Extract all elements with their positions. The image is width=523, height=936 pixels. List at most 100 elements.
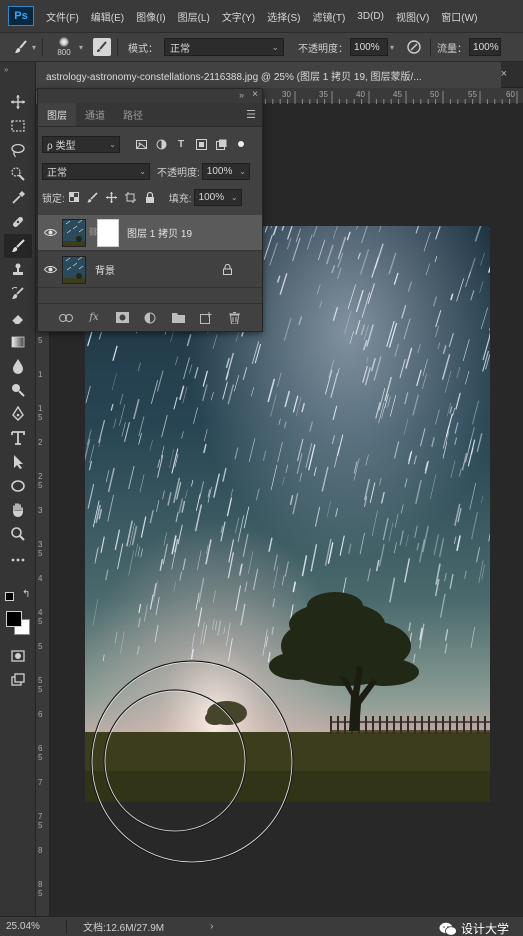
foreground-color-swatch[interactable]: [6, 611, 22, 627]
chevron-down-icon[interactable]: ▾: [79, 43, 83, 52]
brush-tool-preset-icon[interactable]: [8, 36, 34, 58]
layers-panel-footer: fx: [38, 303, 262, 331]
filter-shape-icon[interactable]: [194, 137, 208, 151]
status-menu-arrow-icon[interactable]: ›: [210, 921, 213, 932]
fx-icon[interactable]: fx: [86, 311, 102, 325]
chevron-down-icon[interactable]: ▾: [390, 43, 394, 52]
marquee-tool-icon[interactable]: [4, 114, 32, 138]
menu-layer[interactable]: 图层(L): [178, 9, 210, 24]
lock-image-pixels-icon[interactable]: [86, 190, 100, 204]
divider: [66, 919, 67, 934]
brush-tool-icon[interactable]: [4, 234, 32, 258]
new-group-icon[interactable]: [170, 311, 186, 325]
layer-filter-select[interactable]: ρ 类型 ⌄: [42, 135, 120, 153]
type-tool-icon[interactable]: [4, 426, 32, 450]
document-tab[interactable]: astrology-astronomy-constellations-21163…: [36, 62, 501, 88]
menu-file[interactable]: 文件(F): [46, 9, 79, 24]
hand-tool-icon[interactable]: [4, 498, 32, 522]
history-brush-tool-icon[interactable]: [4, 282, 32, 306]
fill-field[interactable]: 100% ⌄: [193, 188, 242, 206]
eyedropper-tool-icon[interactable]: [4, 186, 32, 210]
collapse-panel-icon[interactable]: »: [239, 90, 244, 100]
opacity-field[interactable]: 100%: [350, 38, 389, 56]
filter-toggle-icon[interactable]: [238, 141, 244, 147]
menu-select[interactable]: 选择(S): [267, 9, 300, 24]
layer-name[interactable]: 图层 1 拷贝 19: [127, 225, 192, 240]
swap-colors-icon[interactable]: ↰: [22, 589, 30, 600]
lasso-tool-icon[interactable]: [4, 138, 32, 162]
hamburger-icon[interactable]: ☰: [246, 108, 256, 121]
pressure-opacity-icon[interactable]: [404, 37, 424, 57]
layer-mask-link-icon[interactable]: ⛓: [88, 227, 98, 239]
document-title: astrology-astronomy-constellations-21163…: [46, 71, 422, 83]
brush-size-picker[interactable]: 800: [49, 33, 79, 61]
quick-mask-icon[interactable]: [4, 644, 32, 668]
chevron-down-icon[interactable]: ▾: [32, 43, 36, 52]
pen-tool-icon[interactable]: [4, 402, 32, 426]
delete-layer-icon[interactable]: [226, 311, 242, 325]
lock-position-icon[interactable]: [105, 190, 119, 204]
menu-view[interactable]: 视图(V): [396, 9, 429, 24]
visibility-eye-icon[interactable]: [38, 265, 62, 274]
healing-brush-tool-icon[interactable]: [4, 210, 32, 234]
flow-field[interactable]: 100%: [469, 38, 502, 56]
filter-label: ρ 类型: [47, 140, 76, 152]
filter-smart-object-icon[interactable]: [214, 137, 228, 151]
adjustment-layer-icon[interactable]: [142, 311, 158, 325]
filter-type-icon[interactable]: T: [174, 137, 188, 151]
menu-filter[interactable]: 滤镜(T): [313, 9, 346, 24]
clone-stamp-tool-icon[interactable]: [4, 258, 32, 282]
eraser-tool-icon[interactable]: [4, 306, 32, 330]
menu-edit[interactable]: 编辑(E): [91, 9, 124, 24]
filter-adjustment-icon[interactable]: [154, 137, 168, 151]
link-layers-icon[interactable]: [58, 311, 74, 325]
filter-pixel-icon[interactable]: [134, 137, 148, 151]
document-tab-bar: astrology-astronomy-constellations-21163…: [36, 62, 523, 88]
ruler-label: 6: [38, 710, 43, 719]
brush-panel-toggle-icon[interactable]: [93, 38, 112, 56]
visibility-eye-icon[interactable]: [38, 228, 62, 237]
layer-thumbnail[interactable]: [62, 255, 86, 284]
tab-channels[interactable]: 通道: [76, 103, 114, 126]
lock-all-icon[interactable]: [143, 190, 157, 204]
layer-opacity-field[interactable]: 100% ⌄: [201, 162, 250, 180]
layer-row[interactable]: ⛓ 图层 1 拷贝 19: [38, 215, 262, 251]
wechat-watermark: 设计大学: [439, 920, 509, 936]
menu-type[interactable]: 文字(Y): [222, 9, 255, 24]
blend-mode-select[interactable]: 正常 ⌄: [164, 38, 285, 56]
divider: [117, 38, 119, 56]
screen-mode-icon[interactable]: [4, 668, 32, 692]
layer-row[interactable]: 背景: [38, 252, 262, 288]
quick-selection-tool-icon[interactable]: [4, 162, 32, 186]
close-document-icon[interactable]: ×: [501, 68, 507, 80]
tab-paths[interactable]: 路径: [114, 103, 152, 126]
ellipse-tool-icon[interactable]: [4, 474, 32, 498]
layer-blend-mode-select[interactable]: 正常 ⌄: [42, 162, 150, 180]
layer-lock-icon[interactable]: [223, 263, 232, 278]
fill-value: 100%: [198, 191, 225, 203]
add-mask-icon[interactable]: [114, 311, 130, 325]
path-selection-tool-icon[interactable]: [4, 450, 32, 474]
menu-3d[interactable]: 3D(D): [357, 11, 384, 22]
more-tools-icon[interactable]: [4, 548, 32, 572]
lock-artboard-icon[interactable]: [124, 190, 138, 204]
blur-tool-icon[interactable]: [4, 354, 32, 378]
layer-name[interactable]: 背景: [95, 262, 115, 277]
gradient-tool-icon[interactable]: [4, 330, 32, 354]
zoom-level[interactable]: 25.04%: [6, 921, 54, 932]
default-colors-icon[interactable]: [5, 592, 14, 601]
zoom-tool-icon[interactable]: [4, 522, 32, 546]
collapse-panel-icon[interactable]: »: [4, 65, 9, 74]
layer-mask-thumbnail[interactable]: [97, 218, 119, 247]
panel-header[interactable]: » ×: [38, 89, 262, 103]
layer-thumbnail[interactable]: [62, 218, 86, 247]
lock-transparent-pixels-icon[interactable]: [67, 190, 81, 204]
close-panel-icon[interactable]: ×: [252, 89, 258, 100]
new-layer-icon[interactable]: [198, 311, 214, 325]
tab-layers[interactable]: 图层: [38, 103, 76, 126]
move-tool-icon[interactable]: [4, 90, 32, 114]
menu-image[interactable]: 图像(I): [136, 9, 165, 24]
menu-window[interactable]: 窗口(W): [441, 9, 477, 24]
dodge-tool-icon[interactable]: [4, 378, 32, 402]
layer-opacity-label: 不透明度:: [157, 167, 200, 179]
